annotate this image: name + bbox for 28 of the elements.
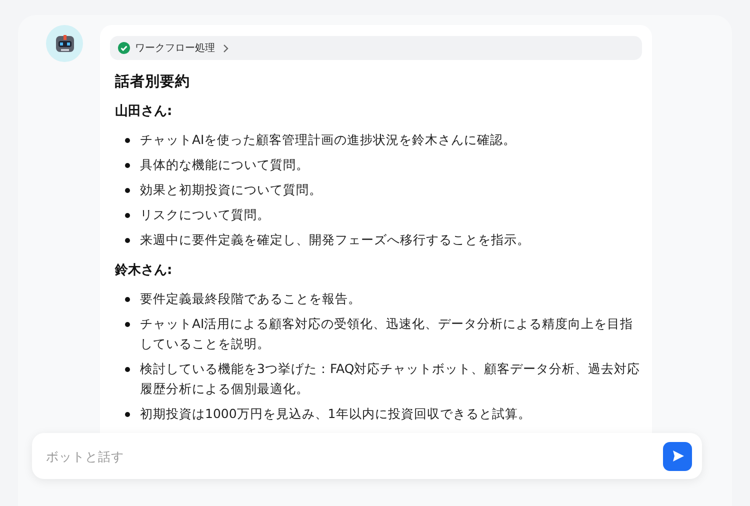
summary-point: 検討している機能を3つ挙げた：FAQ対応チャットボット、顧客データ分析、過去対応履歴分析による個別最適化。 bbox=[140, 360, 642, 398]
send-icon bbox=[670, 449, 684, 463]
speaker-name: 山田さん: bbox=[115, 103, 174, 120]
message-input-field[interactable]: ボットと話す bbox=[44, 448, 663, 464]
bullet-icon bbox=[125, 238, 130, 243]
bullet-icon bbox=[125, 412, 130, 417]
summary-point: 具体的な機能について質問。 bbox=[140, 156, 310, 174]
send-button[interactable] bbox=[663, 442, 692, 470]
summary-point: チャットAIを使った顧客管理計画の進捗状況を鈴木さんに確認。 bbox=[140, 131, 518, 149]
robot-icon bbox=[54, 32, 76, 54]
summary-point: 初期投資は1000万円を見込み、1年以内に投資回収できると試算。 bbox=[140, 405, 532, 423]
workflow-chip[interactable]: ワークフロー処理 bbox=[110, 36, 642, 60]
summary-point: チャットAI活用による顧客対応の受領化、迅速化、データ分析による精度向上を目指していることを説明。 bbox=[140, 315, 634, 353]
bullet-icon bbox=[125, 322, 130, 327]
summary-point: 効果と初期投資について質問。 bbox=[140, 181, 323, 199]
bullet-icon bbox=[125, 163, 130, 168]
chat-input[interactable]: ボットと話す bbox=[32, 433, 702, 479]
bullet-icon bbox=[125, 367, 130, 372]
summary-point: 要件定義最終段階であることを報告。 bbox=[140, 290, 362, 308]
speaker-name: 鈴木さん: bbox=[115, 262, 174, 279]
summary-point: 来週中に要件定義を確定し、開発フェーズへ移行することを指示。 bbox=[140, 231, 531, 249]
bullet-icon bbox=[125, 297, 130, 302]
bullet-icon bbox=[125, 188, 130, 193]
bullet-icon bbox=[125, 213, 130, 218]
chevron-right-icon bbox=[223, 44, 229, 52]
summary-point: リスクについて質問。 bbox=[140, 206, 271, 224]
bullet-icon bbox=[125, 138, 130, 143]
summary-heading: 話者別要約 bbox=[115, 72, 191, 91]
